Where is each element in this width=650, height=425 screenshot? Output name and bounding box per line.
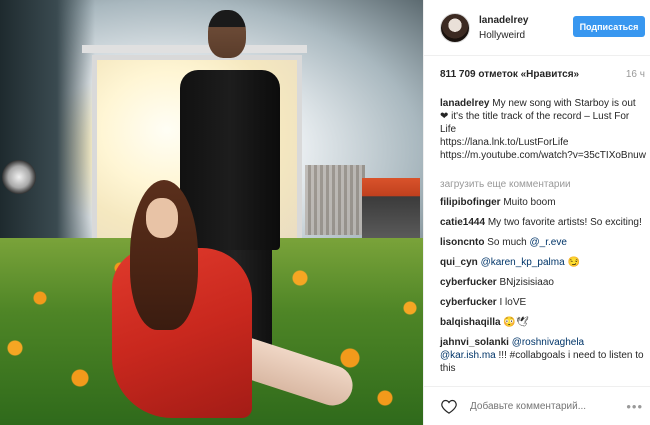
post-sidebar: lanadelrey Hollyweird Подписаться 811 70… — [423, 0, 650, 425]
header-names: lanadelrey Hollyweird — [479, 15, 528, 41]
comment: jahnvi_solanki @roshnivaghela @kar.ish.m… — [440, 336, 646, 375]
comment: lisoncnto So much @_r.eve — [440, 236, 646, 249]
post-header: lanadelrey Hollyweird Подписаться — [424, 0, 650, 56]
comment-text: BNjzisisiaao — [499, 277, 554, 288]
more-options-icon[interactable]: ••• — [626, 399, 643, 414]
comment-mention[interactable]: @kar.ish.ma — [440, 350, 496, 361]
studio-lamp — [2, 160, 36, 194]
caption-username[interactable]: lanadelrey — [440, 98, 489, 109]
comment-mention[interactable]: @_r.eve — [529, 237, 566, 248]
post-photo[interactable] — [0, 0, 423, 425]
comment-username[interactable]: cyberfucker — [440, 297, 497, 308]
comment-username[interactable]: qui_cyn — [440, 257, 478, 268]
load-more-comments[interactable]: загрузить еще комментарии — [440, 179, 571, 190]
comment-text: Muito boom — [503, 197, 556, 208]
comment-mention[interactable]: @roshnivaghela — [512, 337, 584, 348]
caption-link-youtube[interactable]: https://m.youtube.com/watch?v=35cTIXoBnu… — [440, 150, 646, 161]
comment: cyberfucker BNjzisisiaao — [440, 276, 646, 289]
heart-icon-svg — [441, 399, 457, 414]
background-rack — [305, 165, 365, 235]
instagram-post: lanadelrey Hollyweird Подписаться 811 70… — [0, 0, 650, 425]
post-caption: lanadelrey My new song with Starboy is o… — [440, 97, 646, 162]
photo-shadow — [0, 0, 95, 260]
woman-figure-face — [146, 198, 178, 238]
comment-username[interactable]: filipibofinger — [440, 197, 501, 208]
heart-icon[interactable] — [440, 397, 458, 415]
comment: cyberfucker I loVE — [440, 296, 646, 309]
comment-username[interactable]: catie1444 — [440, 217, 485, 228]
man-figure-head — [208, 10, 246, 58]
comment-username[interactable]: jahnvi_solanki — [440, 337, 509, 348]
comment-username[interactable]: cyberfucker — [440, 277, 497, 288]
man-figure — [180, 70, 280, 250]
comment-username[interactable]: lisoncnto — [440, 237, 484, 248]
avatar[interactable] — [440, 12, 470, 43]
light-frame-top — [82, 45, 307, 53]
comment: qui_cyn @karen_kp_palma 😏 — [440, 256, 646, 269]
likes-row: 811 709 отметок «Нравится» 16 ч — [440, 69, 645, 80]
comment-text: I loVE — [499, 297, 527, 308]
comment-username[interactable]: balqishaqilla — [440, 317, 501, 328]
background-lift — [362, 178, 420, 238]
comment: catie1444 My two favorite artists! So ex… — [440, 216, 646, 229]
comments-list: filipibofinger Muito boom catie1444 My t… — [440, 196, 646, 382]
caption-link-lana[interactable]: https://lana.lnk.to/LustForLife — [440, 137, 568, 148]
comment: filipibofinger Muito boom — [440, 196, 646, 209]
add-comment-input[interactable] — [470, 400, 620, 412]
follow-button[interactable]: Подписаться — [573, 16, 645, 37]
add-comment-row: ••• — [424, 386, 650, 425]
comment: balqishaqilla 😳🕊 — [440, 316, 646, 329]
comment-mention[interactable]: @karen_kp_palma — [481, 257, 565, 268]
comment-text: So much — [487, 237, 530, 248]
comment-text: 😳🕊 — [503, 317, 529, 328]
comment-text: My two favorite artists! So exciting! — [487, 217, 642, 228]
likes-count[interactable]: 811 709 отметок «Нравится» — [440, 69, 579, 80]
header-location[interactable]: Hollyweird — [479, 30, 528, 41]
post-time[interactable]: 16 ч — [626, 69, 645, 80]
header-username[interactable]: lanadelrey — [479, 15, 528, 26]
comment-text: 😏 — [564, 257, 580, 268]
